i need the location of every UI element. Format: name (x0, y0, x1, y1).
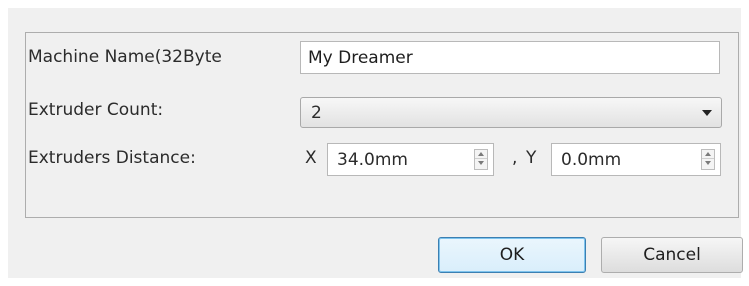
y-axis-label: Y (526, 148, 537, 168)
machine-name-label: Machine Name(32Byte (28, 47, 222, 67)
extruder-count-label: Extruder Count: (28, 100, 164, 120)
machine-name-input[interactable] (300, 41, 720, 74)
x-axis-label: X (305, 148, 317, 168)
cancel-button[interactable]: Cancel (601, 237, 743, 273)
x-spin-buttons (474, 149, 488, 170)
x-distance-spinbox[interactable]: 34.0mm (327, 143, 494, 176)
spin-up-icon[interactable] (702, 150, 714, 159)
separator-comma: , (512, 148, 518, 168)
spin-down-icon[interactable] (475, 159, 487, 168)
x-distance-value: 34.0mm (337, 150, 408, 170)
spin-down-icon[interactable] (702, 159, 714, 168)
y-spin-buttons (701, 149, 715, 170)
extruders-distance-label: Extruders Distance: (28, 148, 196, 168)
extruder-count-value: 2 (311, 103, 322, 123)
extruder-count-select[interactable]: 2 (300, 97, 722, 128)
machine-settings-dialog: Machine Name(32Byte Extruder Count: 2 Ex… (8, 8, 743, 278)
y-distance-value: 0.0mm (561, 150, 622, 170)
chevron-down-icon[interactable] (702, 110, 712, 116)
ok-button[interactable]: OK (438, 237, 586, 273)
y-distance-spinbox[interactable]: 0.0mm (551, 143, 721, 176)
spin-up-icon[interactable] (475, 150, 487, 159)
